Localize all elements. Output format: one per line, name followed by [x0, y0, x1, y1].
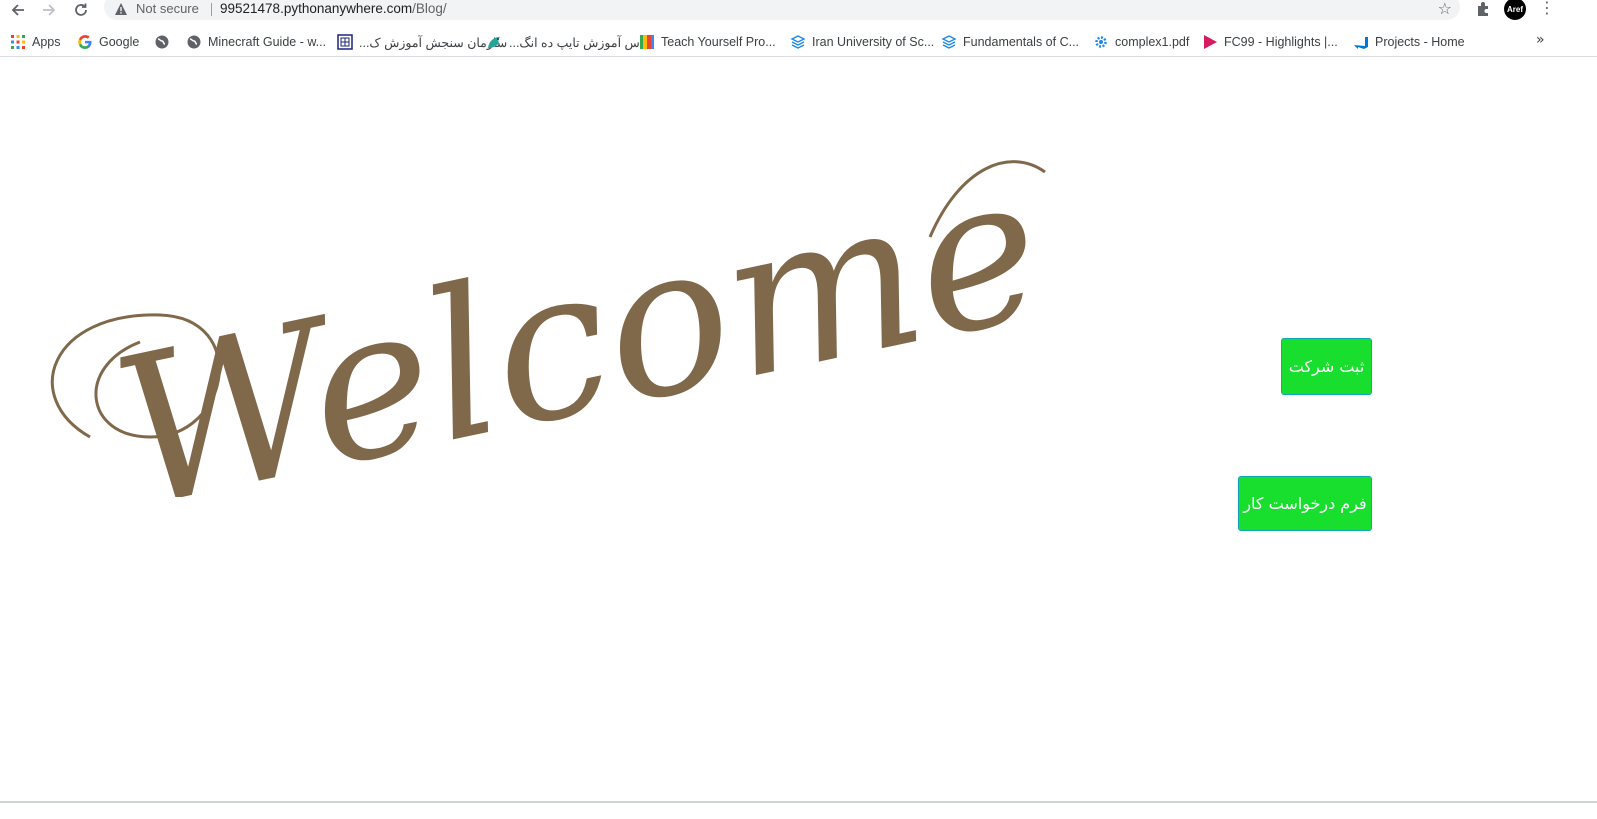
- url-host: 99521478.pythonanywhere.com: [220, 1, 413, 16]
- job-application-button[interactable]: فرم درخواست کار: [1238, 476, 1372, 531]
- globe-icon: [187, 35, 201, 49]
- apps-grid-icon: [11, 35, 25, 49]
- profile-avatar[interactable]: Aref: [1504, 0, 1526, 20]
- bookmark-label: Google: [99, 35, 140, 49]
- welcome-script-image: Welcome: [50, 137, 1061, 497]
- layers-icon: [941, 35, 957, 49]
- bookmark-label: Apps: [32, 35, 61, 49]
- azure-devops-icon: [1354, 37, 1368, 49]
- forward-arrow-icon[interactable]: [38, 0, 60, 20]
- bookmark-apps[interactable]: Apps: [10, 32, 61, 52]
- security-status-label[interactable]: Not secure: [136, 1, 199, 16]
- play-icon: [1204, 35, 1217, 49]
- browser-menu-icon[interactable]: ⋮: [1539, 0, 1555, 19]
- bookmark-complex1[interactable]: complex1.pdf: [1093, 32, 1189, 52]
- welcome-heading: Welcome: [97, 137, 1061, 497]
- bookmark-label: FC99 - Highlights |...: [1224, 35, 1338, 49]
- browser-toolbar: Not secure 99521478.pythonanywhere.com/B…: [0, 0, 1597, 20]
- bookmark-teach-yourself[interactable]: Teach Yourself Pro...: [639, 32, 776, 52]
- warning-triangle-icon: [115, 3, 127, 15]
- bookmarks-overflow-chevron-icon[interactable]: »: [1536, 32, 1545, 48]
- bookmark-star-icon[interactable]: ☆: [1438, 0, 1452, 18]
- bookmark-typing-class[interactable]: کلاس آموزش تایپ ده انگ...: [487, 32, 653, 52]
- bookmark-label: Minecraft Guide - w...: [208, 35, 327, 49]
- bookmark-label: کلاس آموزش تایپ ده انگ...: [509, 35, 654, 50]
- page-content: Welcome ثبت شرکت فرم درخواست کار: [0, 57, 1597, 802]
- bookmark-fundamentals[interactable]: Fundamentals of C...: [941, 32, 1079, 52]
- address-bar[interactable]: Not secure 99521478.pythonanywhere.com/B…: [104, 0, 1460, 20]
- bookmarks-bar: Apps Google Minecraft Guide - w... سازما…: [0, 28, 1597, 57]
- google-icon: [78, 35, 92, 49]
- bookmark-label: Teach Yourself Pro...: [661, 35, 776, 49]
- bookmark-label: complex1.pdf: [1115, 35, 1190, 49]
- bookmark-projects-home[interactable]: Projects - Home: [1353, 32, 1465, 52]
- bookmark-globe[interactable]: [154, 32, 170, 52]
- reload-icon[interactable]: [70, 0, 92, 20]
- gear-doc-icon: [1095, 36, 1107, 48]
- bookmark-iran-university[interactable]: Iran University of Sc...: [790, 32, 934, 52]
- url-text[interactable]: 99521478.pythonanywhere.com/Blog/: [220, 1, 447, 16]
- layers-icon: [790, 35, 806, 49]
- taskbar-edge: [0, 801, 1597, 803]
- sanjesh-icon: [337, 34, 353, 50]
- globe-icon: [155, 35, 169, 49]
- bookmark-label: Projects - Home: [1375, 35, 1465, 49]
- colorful-n-icon: [640, 35, 654, 49]
- extensions-puzzle-icon[interactable]: [1474, 0, 1494, 18]
- bookmark-sanjesh[interactable]: سازمان سنجش آموزش ک...: [337, 32, 507, 52]
- back-arrow-icon[interactable]: [7, 0, 29, 20]
- bookmark-label: Iran University of Sc...: [812, 35, 935, 49]
- bookmark-label: Fundamentals of C...: [963, 35, 1080, 49]
- bookmark-fc99[interactable]: FC99 - Highlights |...: [1202, 32, 1338, 52]
- bookmark-minecraft-guide[interactable]: Minecraft Guide - w...: [186, 32, 326, 52]
- url-path: /Blog/: [412, 1, 447, 16]
- bookmark-google[interactable]: Google: [77, 32, 139, 52]
- register-company-button[interactable]: ثبت شرکت: [1281, 338, 1372, 395]
- bird-icon: [488, 37, 500, 48]
- omnibox-divider: [211, 3, 212, 16]
- bookmark-label: سازمان سنجش آموزش ک...: [359, 35, 508, 50]
